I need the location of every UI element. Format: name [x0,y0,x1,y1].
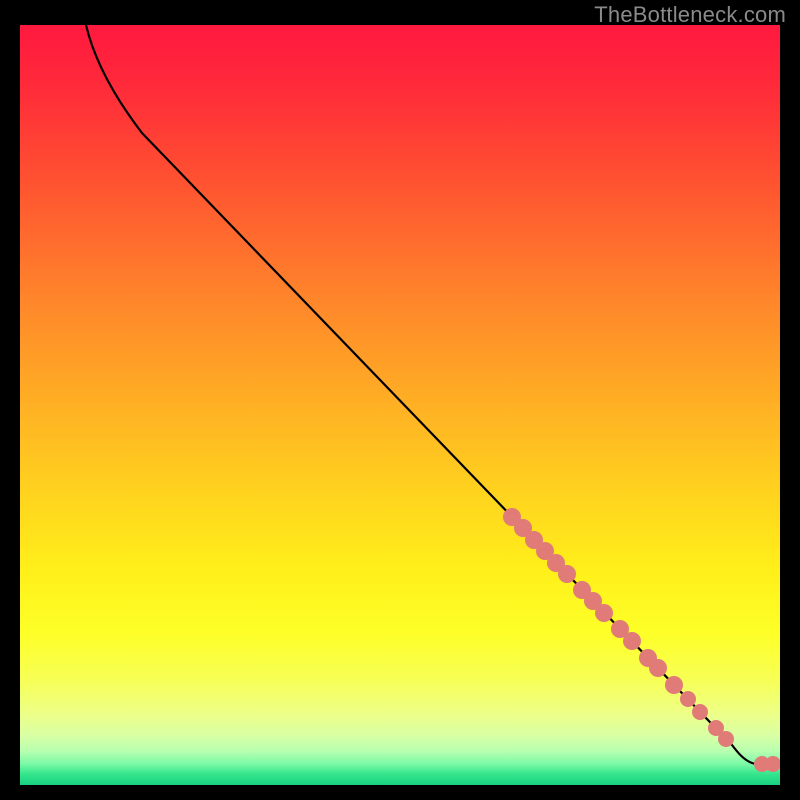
data-marker [595,604,613,622]
data-marker [665,676,683,694]
bottleneck-chart [20,25,780,785]
data-marker [649,659,667,677]
data-marker [623,632,641,650]
stage: TheBottleneck.com [0,0,800,800]
data-marker [718,731,734,747]
chart-svg [20,25,780,785]
data-marker [680,691,696,707]
data-marker [558,565,576,583]
data-marker [692,704,708,720]
